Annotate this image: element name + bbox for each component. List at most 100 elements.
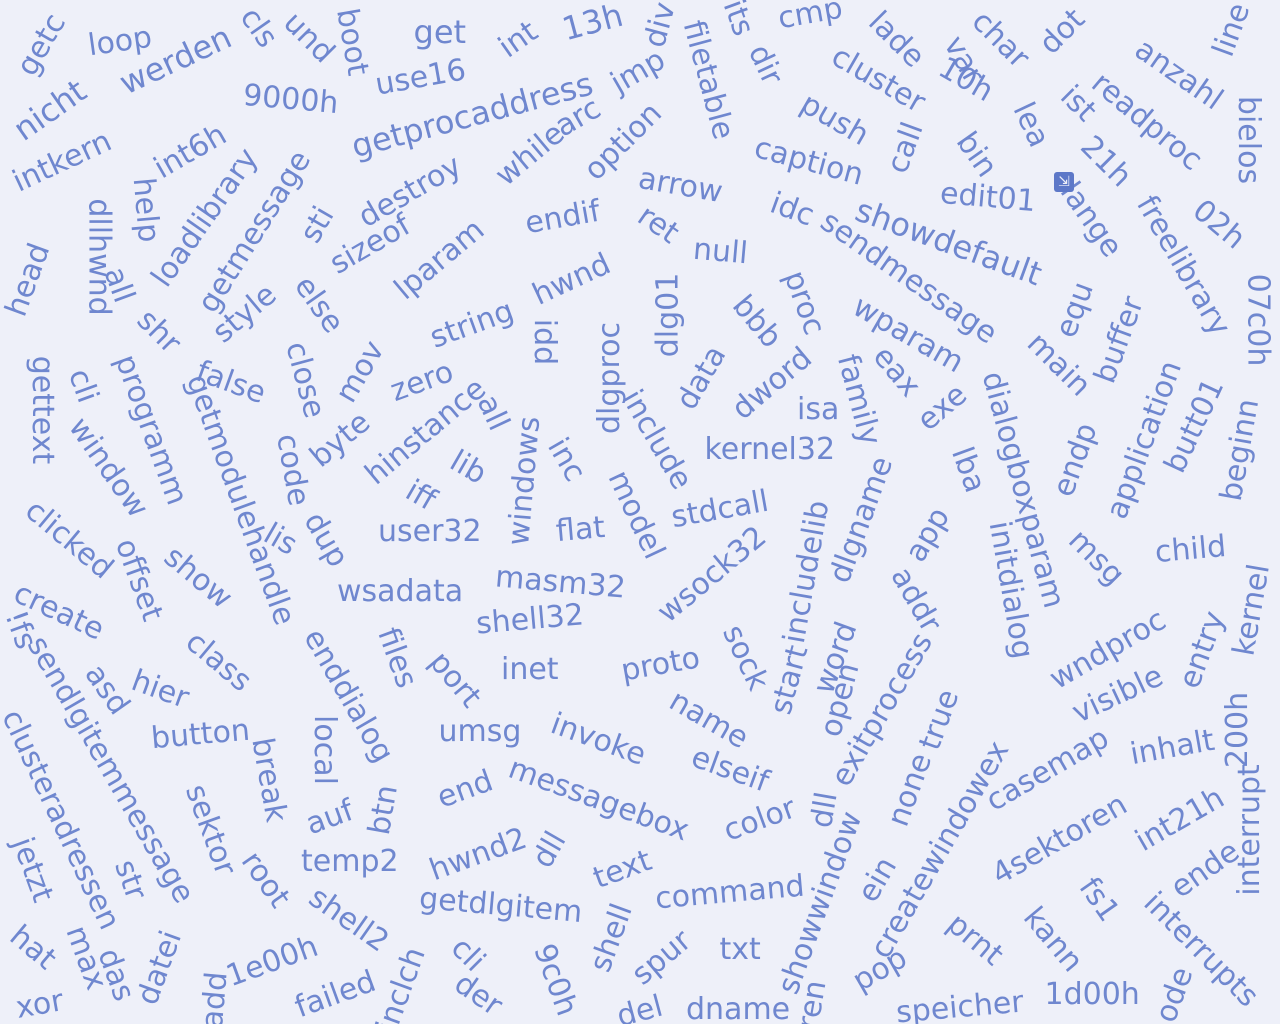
cloud-word: prnt [940,906,1011,973]
cloud-word: getdlgitem [417,880,584,931]
cloud-word: model [600,465,672,565]
cloud-word: ren [790,977,834,1024]
cloud-word: dlgname [822,452,901,588]
cloud-word: none [880,748,939,831]
cloud-word: jetzt [4,832,61,907]
cloud-word: exe [910,377,974,439]
cloud-word: inclch [369,942,433,1024]
cloud-word: bielos [1231,95,1267,185]
cloud-word: 02h [1185,192,1252,257]
cloud-word: dname [686,992,791,1024]
cloud-word: windows [500,414,547,547]
cloud-word: button [149,712,251,757]
cloud-word: files [369,623,424,693]
cloud-word: ode [1148,962,1201,1024]
cloud-word: 07c0h [1239,273,1275,367]
cloud-word: temp2 [301,844,399,879]
cloud-word: help [125,176,166,244]
cloud-word: cmp [774,0,845,37]
cloud-word: dlgproc [592,322,627,434]
cloud-word: isa [797,392,840,427]
cloud-word: failed [289,963,380,1024]
cloud-word: del [613,988,667,1024]
cloud-word: add [194,970,235,1024]
cloud-word: start [763,641,816,719]
cloud-word: use16 [372,52,469,103]
cloud-word: app [898,501,958,568]
cloud-word: main [1019,325,1098,404]
cloud-word: inc [540,432,593,488]
cloud-word: call [880,117,931,179]
cloud-word: 1e00h [221,928,323,995]
cloud-word: sti [293,200,342,249]
cloud-word: show [157,539,240,616]
cloud-word: head [0,238,57,322]
cloud-word: hwnd [527,246,616,313]
cloud-word: destroy [352,148,468,235]
cloud-word: lba [944,442,993,498]
cloud-word: der [447,965,509,1024]
cloud-word: cls [232,1,285,55]
cloud-word: hwnd2 [424,820,531,889]
cloud-word: 9c0h [526,939,585,1021]
cloud-word: edit01 [938,175,1038,220]
cloud-word: speicher [894,984,1026,1024]
cloud-word: sock [715,619,776,696]
cloud-word: null [691,231,749,272]
cloud-word: inet [501,652,559,687]
cloud-word: beginn [1213,396,1266,504]
cloud-word: btn [361,782,405,838]
cloud-word: iff [398,473,442,518]
cloud-word: true [912,684,967,755]
cloud-word: sektor [177,779,243,880]
cloud-word: close [277,338,332,422]
cloud-word: break [243,735,294,825]
cloud-word: line [1205,0,1258,62]
cloud-word: bin [948,125,1005,184]
cloud-word: else [286,269,351,340]
cloud-word: command [653,868,806,917]
cloud-word: clicked [17,492,120,587]
pin-icon: ⇲ [1054,172,1074,192]
cloud-word: hat [2,918,63,977]
cloud-word: interrupt [1231,764,1267,896]
cloud-word: color [719,790,801,849]
cloud-word: getc [9,7,74,82]
cloud-word: msg [1061,522,1132,593]
cloud-word: createwindowex [863,735,1016,965]
cloud-word: 13h [557,0,627,49]
cloud-word: xor [13,983,67,1024]
cloud-word: root [233,845,298,915]
cloud-word: port [421,644,489,715]
cloud-word: kernel [1226,561,1277,659]
cloud-word: datei [130,926,189,1010]
cloud-word: idc [765,185,819,234]
cloud-word: 200h [1220,691,1256,769]
cloud-word: string [425,293,519,356]
cloud-word: text [588,842,656,897]
cloud-word: 9000h [241,77,340,122]
cloud-word: lib [443,443,493,492]
cloud-word: messagebox [503,750,694,849]
cloud-word: spur [625,922,699,993]
cloud-word: get [413,13,467,51]
cloud-word: shell32 [474,597,586,642]
cloud-word: hier [126,663,194,716]
cloud-word: int [491,14,544,66]
cloud-word: invoke [546,706,651,773]
cloud-word: kernel32 [704,432,836,467]
cloud-word: dup [296,506,355,574]
cloud-word: auf [301,792,359,843]
cloud-word: fs1 [1071,871,1126,929]
cloud-word: equ [1048,277,1101,343]
cloud-word: kann [1015,900,1090,979]
cloud-word: 1d00h [1044,977,1140,1012]
cloud-word: entry [1171,606,1232,694]
cloud-word: endif [521,193,603,242]
cloud-word: ret [631,198,686,251]
cloud-word: 10h [931,50,999,110]
cloud-word: user32 [378,514,482,549]
cloud-word: buffer [1087,291,1152,388]
cloud-word: bbb [724,288,789,355]
cloud-word: offset [107,533,170,626]
